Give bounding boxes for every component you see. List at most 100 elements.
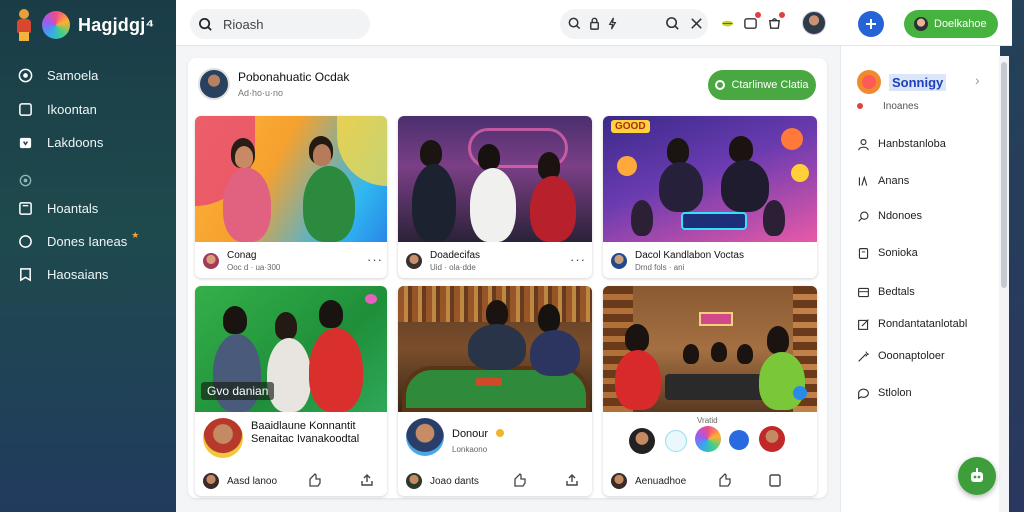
- edit-icon: [858, 318, 869, 330]
- panel-item[interactable]: Stlolon: [857, 384, 912, 402]
- avatar[interactable]: [203, 253, 219, 269]
- avatar[interactable]: [203, 473, 219, 489]
- sidebar-item-hoantals[interactable]: Hoantals: [18, 197, 98, 219]
- panel-item[interactable]: Ooonaptoloer: [857, 347, 945, 365]
- join-button-label: Ctarlinwe Clatia: [731, 79, 809, 91]
- sidebar-item-label: Dones Ianeas: [47, 233, 128, 249]
- search-bar[interactable]: [190, 9, 370, 39]
- panel-subtitle: Inoanes: [883, 101, 919, 112]
- panel-item-label: Bedtals: [878, 286, 915, 298]
- mascot-icon: [14, 9, 34, 41]
- delete-icon[interactable]: [767, 472, 783, 493]
- sidebar-item-label: Haosaians: [47, 266, 109, 282]
- chat-bot-icon: [971, 468, 983, 482]
- avatar[interactable]: [406, 473, 422, 489]
- lock-icon[interactable]: [586, 15, 602, 31]
- avatar[interactable]: [759, 426, 785, 452]
- avatar: [914, 17, 928, 31]
- sidebar-item-pin[interactable]: [18, 169, 47, 191]
- vertical-lines-icon: [858, 174, 868, 186]
- sidebar-item-lakdoons[interactable]: Lakdoons: [18, 131, 103, 153]
- card-footer: Joao dants: [406, 473, 479, 489]
- panel-item[interactable]: Hanbstanloba: [857, 135, 946, 153]
- post-card[interactable]: Doadecifas Uid · ola·dde ···: [398, 116, 592, 278]
- panel-item[interactable]: Bedtals: [857, 283, 915, 301]
- sidebar-item-samoela[interactable]: Samoela: [18, 64, 98, 86]
- avatar[interactable]: [665, 430, 687, 452]
- sidebar-item-dones-ianeas[interactable]: Dones Ianeas ★: [18, 230, 139, 252]
- scrollbar[interactable]: [999, 56, 1009, 512]
- bookmark-icon: [18, 267, 33, 282]
- panel-item[interactable]: Ndonoes: [857, 207, 922, 225]
- panel-item-label: Anans: [878, 175, 910, 187]
- post-card[interactable]: Vratid Aenuadhoe: [603, 286, 817, 496]
- cart-icon[interactable]: [766, 11, 786, 31]
- avatar[interactable]: [629, 428, 655, 454]
- post-card[interactable]: Conag Ooc d · ua·300 ···: [195, 116, 387, 278]
- scrollbar-thumb[interactable]: [1001, 62, 1007, 288]
- pin-icon: [18, 173, 33, 188]
- sidebar-item-label: Hoantals: [47, 200, 99, 216]
- card-meta: Dmd fols · ani: [635, 263, 685, 272]
- panel-item-label: Stlolon: [878, 387, 912, 399]
- sidebar-item-label: Ikoontan: [47, 101, 97, 117]
- profile-button[interactable]: Doelkahoe: [904, 10, 998, 38]
- notification-icon[interactable]: [742, 11, 762, 31]
- more-icon[interactable]: ···: [367, 252, 383, 267]
- like-icon[interactable]: [307, 472, 323, 493]
- avatar[interactable]: [406, 418, 444, 456]
- panel-item-label: Sonioka: [878, 247, 918, 259]
- avatar[interactable]: [203, 418, 243, 458]
- panel-item[interactable]: Sonioka: [857, 244, 918, 262]
- sidebar-item-ikoontan[interactable]: Ikoontan: [18, 98, 97, 120]
- post-image: GOOD: [603, 116, 817, 242]
- avatar[interactable]: [695, 426, 721, 452]
- share-icon[interactable]: [359, 472, 375, 493]
- post-title: Donour: [452, 428, 489, 440]
- search-icon[interactable]: [664, 15, 680, 31]
- avatar[interactable]: [729, 430, 749, 450]
- avatar[interactable]: [198, 68, 230, 100]
- user-avatar[interactable]: [802, 11, 826, 35]
- card-meta: Uid · ola·dde: [430, 263, 476, 272]
- post-title: Baaidlaune Konnantit: [251, 420, 356, 432]
- avatar[interactable]: [611, 253, 627, 269]
- close-icon[interactable]: [688, 15, 704, 31]
- circle-icon: [715, 80, 726, 90]
- like-icon[interactable]: [717, 472, 733, 493]
- search-input[interactable]: [223, 16, 353, 32]
- grid-icon: [858, 287, 869, 297]
- join-button[interactable]: Ctarlinwe Clatia: [708, 70, 816, 100]
- panel-item[interactable]: Rondantatanlotabl: [857, 315, 967, 333]
- like-icon[interactable]: [512, 472, 528, 493]
- document-icon: [858, 247, 869, 259]
- panel-item[interactable]: Anans: [857, 172, 909, 190]
- card-footer: Doadecifas Uid · ola·dde: [406, 250, 480, 272]
- zoom-icon[interactable]: [566, 15, 582, 31]
- post-subtitle: Senaitac Ivanakoodtal: [251, 433, 360, 445]
- sidebar-item-label: Lakdoons: [47, 134, 104, 150]
- leaf-icon[interactable]: [719, 15, 735, 31]
- post-image: [195, 116, 387, 242]
- panel-header[interactable]: Sonnigy: [857, 70, 947, 94]
- post-card[interactable]: Gvo danian Baaidlaune Konnantit Senaitac…: [195, 286, 387, 496]
- share-icon[interactable]: [564, 472, 580, 493]
- bolt-icon[interactable]: [604, 15, 620, 31]
- community-logo-icon: [857, 70, 881, 94]
- brand[interactable]: Hagjdgj⁴: [14, 8, 155, 42]
- avatar[interactable]: [406, 253, 422, 269]
- chevron-right-icon[interactable]: ›: [975, 72, 980, 88]
- post-card[interactable]: GOOD Dacol Kandlabon Voctas Dmd fols · a…: [603, 116, 817, 278]
- circle-check-icon: [18, 68, 33, 83]
- post-card[interactable]: Donour Lonkaono Joao dants: [398, 286, 592, 496]
- add-button[interactable]: [858, 11, 884, 37]
- avatar[interactable]: [611, 473, 627, 489]
- right-panel: Sonnigy › Inoanes Hanbstanloba Anans Ndo…: [840, 46, 1000, 512]
- right-header: Doelkahoe: [840, 0, 1012, 46]
- profile-button-label: Doelkahoe: [934, 18, 987, 30]
- more-icon[interactable]: ···: [570, 252, 586, 267]
- sidebar-item-haosaians[interactable]: Haosaians: [18, 263, 108, 285]
- chat-fab-button[interactable]: [958, 457, 996, 495]
- feed-title: Pobonahuatic Ocdak: [238, 70, 350, 84]
- app-name: Hagjdgj⁴: [78, 14, 155, 35]
